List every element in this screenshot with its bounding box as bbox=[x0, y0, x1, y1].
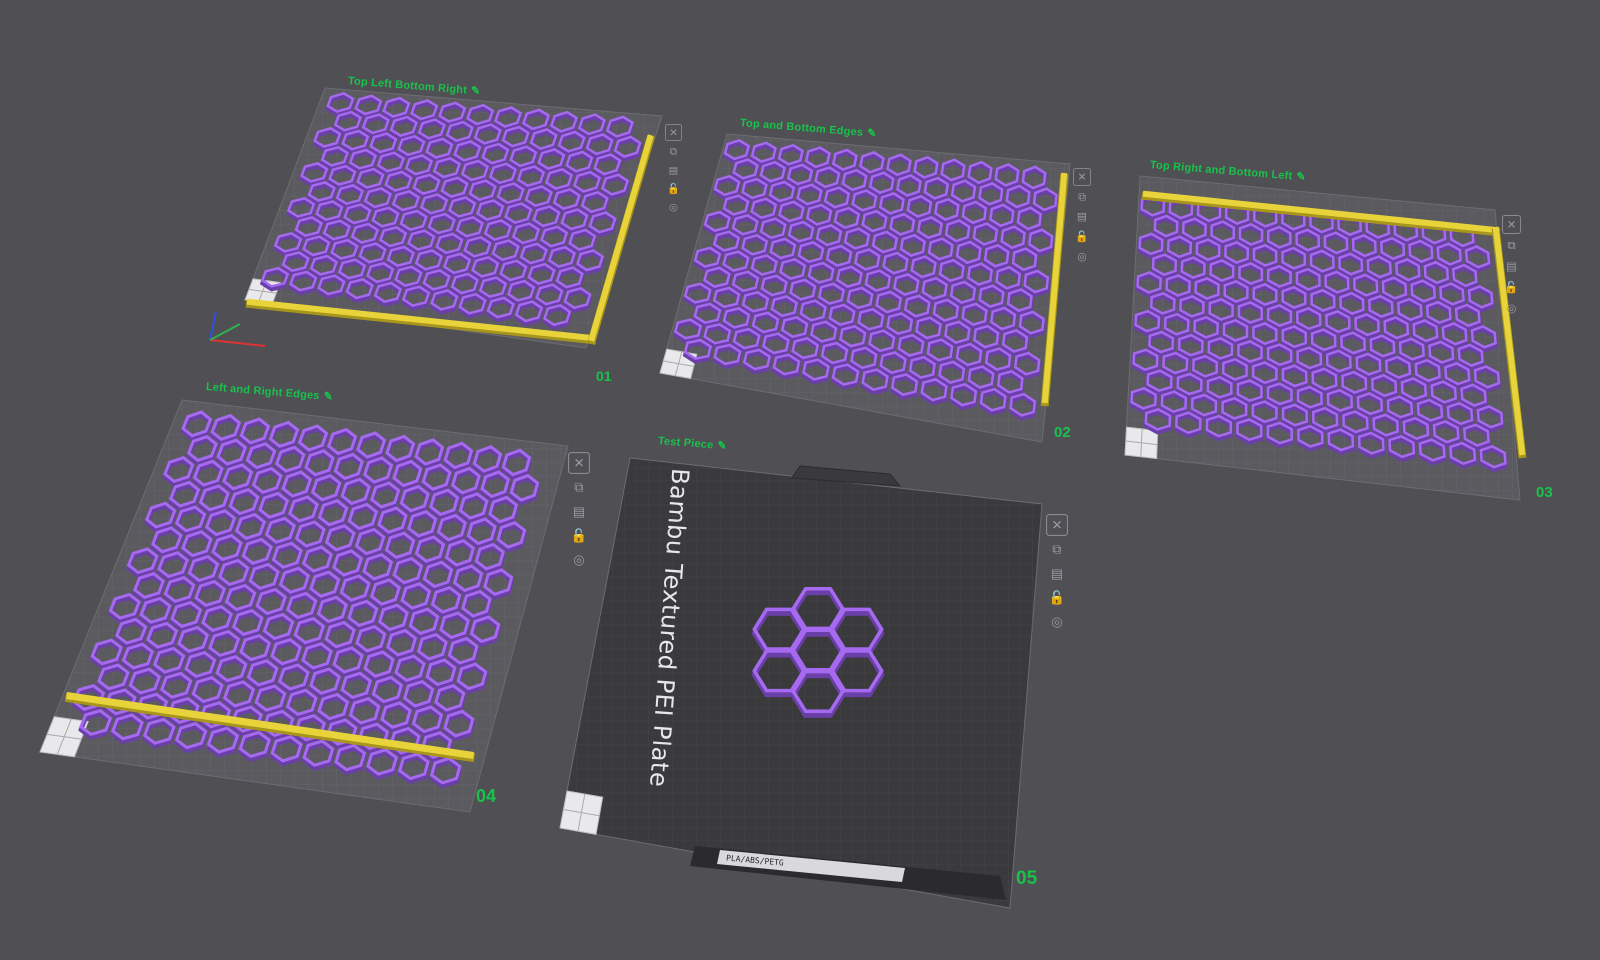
plate-number-4: 04 bbox=[476, 786, 497, 806]
plate-settings-icon[interactable]: ▤ bbox=[1502, 257, 1521, 276]
plate-number-5: 05 bbox=[1016, 868, 1038, 889]
auto-arrange-icon[interactable]: ⧉ bbox=[1046, 538, 1068, 560]
build-plate bbox=[559, 457, 1043, 909]
plate-toolbar-5: ✕ ⧉ ▤ 🔓 ◎ bbox=[1046, 514, 1068, 633]
build-plate bbox=[1124, 175, 1527, 501]
y-axis bbox=[209, 323, 241, 341]
build-plate bbox=[244, 87, 663, 349]
plate-settings-icon[interactable]: ▤ bbox=[1046, 562, 1068, 584]
plate-toolbar-3: ✕ ⧉ ▤ 🔓 ◎ bbox=[1502, 215, 1521, 318]
orient-icon[interactable]: ◎ bbox=[1502, 299, 1521, 318]
pencil-icon[interactable]: ✎ bbox=[717, 439, 727, 453]
close-icon[interactable]: ✕ bbox=[1073, 168, 1091, 186]
plate-number-1: 01 bbox=[596, 368, 612, 384]
build-plate bbox=[659, 133, 1071, 443]
lock-icon[interactable]: 🔓 bbox=[1502, 278, 1521, 297]
orient-icon[interactable]: ◎ bbox=[1046, 611, 1068, 633]
close-icon[interactable]: ✕ bbox=[1502, 215, 1521, 234]
plate-settings-icon[interactable]: ▤ bbox=[1073, 208, 1091, 226]
lock-icon[interactable]: 🔓 bbox=[665, 180, 682, 197]
auto-arrange-icon[interactable]: ⧉ bbox=[568, 476, 590, 498]
pencil-icon[interactable]: ✎ bbox=[323, 389, 333, 403]
plate-toolbar-4: ✕ ⧉ ▤ 🔓 ◎ bbox=[568, 452, 590, 571]
pencil-icon[interactable]: ✎ bbox=[867, 126, 877, 140]
plate-number-2: 02 bbox=[1054, 424, 1071, 441]
pencil-icon[interactable]: ✎ bbox=[1296, 170, 1306, 184]
orient-icon[interactable]: ◎ bbox=[665, 199, 682, 216]
plate-settings-icon[interactable]: ▤ bbox=[665, 161, 682, 178]
x-axis bbox=[209, 339, 266, 347]
build-plate bbox=[39, 399, 569, 813]
lock-icon[interactable]: 🔓 bbox=[1046, 587, 1068, 609]
orient-icon[interactable]: ◎ bbox=[568, 549, 590, 571]
plate-settings-icon[interactable]: ▤ bbox=[568, 500, 590, 522]
auto-arrange-icon[interactable]: ⧉ bbox=[1502, 236, 1521, 255]
auto-arrange-icon[interactable]: ⧉ bbox=[1073, 188, 1091, 206]
pencil-icon[interactable]: ✎ bbox=[471, 84, 481, 98]
lock-icon[interactable]: 🔓 bbox=[1073, 227, 1091, 245]
3d-viewport[interactable]: Top Left Bottom Right ✎ 01 ✕ ⧉ ▤ 🔓 ◎ Top … bbox=[0, 0, 1600, 960]
plate-number-3: 03 bbox=[1536, 484, 1553, 501]
plate-toolbar-1: ✕ ⧉ ▤ 🔓 ◎ bbox=[665, 124, 682, 216]
lock-icon[interactable]: 🔓 bbox=[568, 525, 590, 547]
orient-icon[interactable]: ◎ bbox=[1073, 247, 1091, 265]
close-icon[interactable]: ✕ bbox=[665, 124, 682, 141]
plate-toolbar-2: ✕ ⧉ ▤ 🔓 ◎ bbox=[1073, 168, 1091, 265]
auto-arrange-icon[interactable]: ⧉ bbox=[665, 143, 682, 160]
close-icon[interactable]: ✕ bbox=[568, 452, 590, 474]
close-icon[interactable]: ✕ bbox=[1046, 514, 1068, 536]
plate-scene bbox=[39, 87, 1527, 909]
z-axis bbox=[209, 311, 217, 341]
